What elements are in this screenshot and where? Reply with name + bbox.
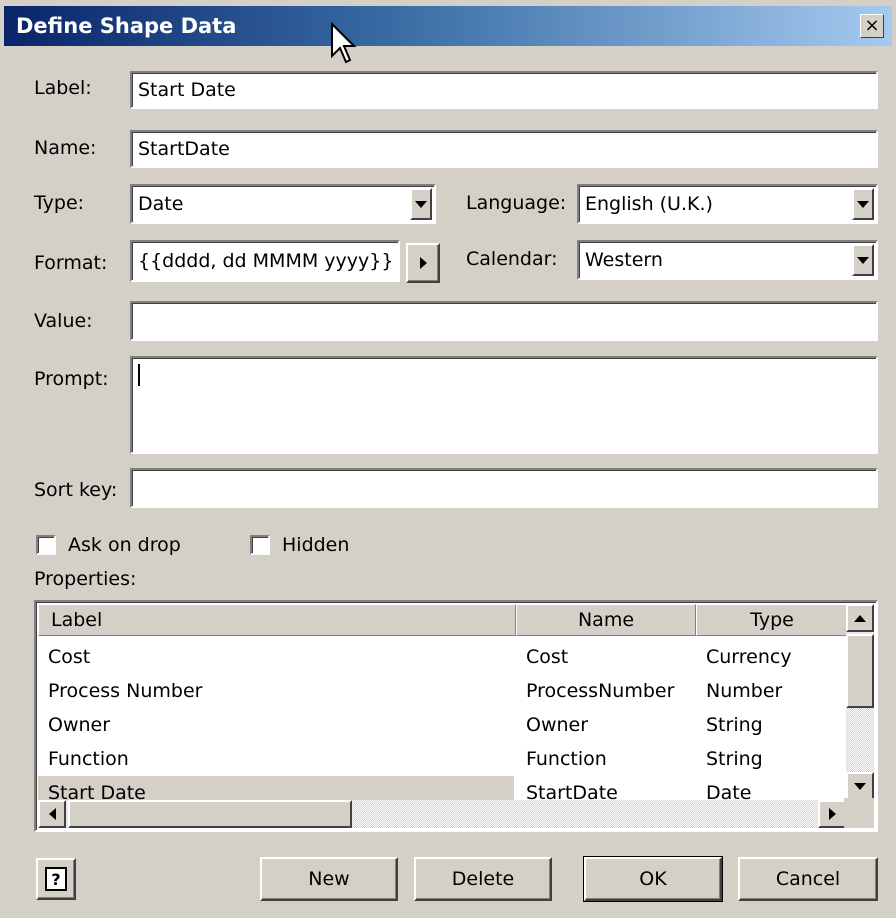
- value-input[interactable]: [130, 301, 878, 341]
- value-field-label: Value:: [34, 310, 93, 332]
- properties-list[interactable]: Label Name Type Cost Cost Currency Proce…: [34, 600, 878, 832]
- row-name: ProcessNumber: [526, 680, 675, 702]
- scroll-up-button[interactable]: [846, 604, 874, 632]
- name-field-label: Name:: [34, 137, 97, 159]
- label-field-label: Label:: [34, 77, 92, 99]
- calendar-dropdown-button[interactable]: [852, 244, 874, 276]
- hidden-checkbox[interactable]: [250, 535, 270, 555]
- vertical-scrollbar[interactable]: [846, 604, 874, 800]
- format-input[interactable]: {{dddd, dd MMMM yyyy}}: [130, 240, 400, 282]
- window-title: Define Shape Data: [16, 14, 237, 38]
- arrow-left-icon: [48, 808, 56, 820]
- language-dropdown-button[interactable]: [852, 188, 874, 220]
- row-label: Function: [48, 748, 129, 770]
- help-icon: ?: [45, 867, 67, 891]
- column-header-label[interactable]: Label: [38, 604, 516, 636]
- arrow-right-icon: [828, 808, 836, 820]
- row-type: Currency: [706, 646, 792, 668]
- sort-key-input[interactable]: [130, 468, 878, 508]
- properties-heading: Properties:: [34, 568, 137, 590]
- arrow-down-icon: [854, 782, 866, 790]
- title-bar: Define Shape Data ×: [4, 6, 892, 46]
- name-input[interactable]: StartDate: [130, 130, 878, 168]
- calendar-field-label: Calendar:: [466, 248, 558, 270]
- column-header-name[interactable]: Name: [516, 604, 696, 636]
- prompt-field-label: Prompt:: [34, 368, 109, 390]
- chevron-down-icon: [415, 200, 427, 208]
- horizontal-scrollbar[interactable]: [38, 800, 846, 828]
- vertical-scroll-thumb[interactable]: [846, 634, 874, 708]
- language-select[interactable]: English (U.K.): [577, 184, 878, 224]
- scroll-right-button[interactable]: [818, 800, 846, 828]
- mouse-cursor-icon: [331, 22, 357, 64]
- scrollbar-corner: [844, 798, 874, 828]
- chevron-down-icon: [857, 200, 869, 208]
- ok-button[interactable]: OK: [583, 856, 723, 902]
- language-field-label: Language:: [466, 192, 567, 214]
- scroll-down-button[interactable]: [846, 772, 874, 800]
- format-field-label: Format:: [34, 252, 108, 274]
- arrow-right-icon: [419, 257, 427, 269]
- row-type: Number: [706, 680, 783, 702]
- text-caret: [138, 364, 140, 386]
- row-name: Owner: [526, 714, 589, 736]
- row-label: Cost: [48, 646, 91, 668]
- cancel-button[interactable]: Cancel: [738, 857, 878, 901]
- ask-on-drop-label[interactable]: Ask on drop: [68, 534, 181, 556]
- close-icon: ×: [864, 15, 880, 36]
- language-select-value: English (U.K.): [585, 193, 713, 215]
- arrow-up-icon: [854, 614, 866, 622]
- type-select-value: Date: [138, 193, 184, 215]
- new-button[interactable]: New: [260, 857, 398, 901]
- format-options-button[interactable]: [406, 243, 440, 283]
- type-field-label: Type:: [34, 192, 85, 214]
- delete-button[interactable]: Delete: [414, 857, 552, 901]
- row-name: Function: [526, 748, 607, 770]
- row-label: Process Number: [48, 680, 203, 702]
- row-label: Owner: [48, 714, 111, 736]
- ask-on-drop-checkbox[interactable]: [36, 535, 56, 555]
- calendar-select[interactable]: Western: [577, 240, 878, 280]
- prompt-textarea[interactable]: [130, 356, 878, 454]
- row-type: String: [706, 714, 763, 736]
- close-button[interactable]: ×: [860, 14, 884, 38]
- type-dropdown-button[interactable]: [410, 188, 432, 220]
- column-header-type[interactable]: Type: [696, 604, 848, 636]
- calendar-select-value: Western: [585, 249, 663, 271]
- chevron-down-icon: [857, 256, 869, 264]
- type-select[interactable]: Date: [130, 184, 436, 224]
- row-name: Cost: [526, 646, 569, 668]
- row-type: String: [706, 748, 763, 770]
- hidden-label[interactable]: Hidden: [282, 534, 349, 556]
- horizontal-scroll-thumb[interactable]: [68, 800, 352, 828]
- sort-key-field-label: Sort key:: [34, 479, 118, 501]
- scroll-left-button[interactable]: [38, 800, 66, 828]
- label-input[interactable]: Start Date: [130, 71, 878, 109]
- help-button[interactable]: ?: [36, 858, 76, 900]
